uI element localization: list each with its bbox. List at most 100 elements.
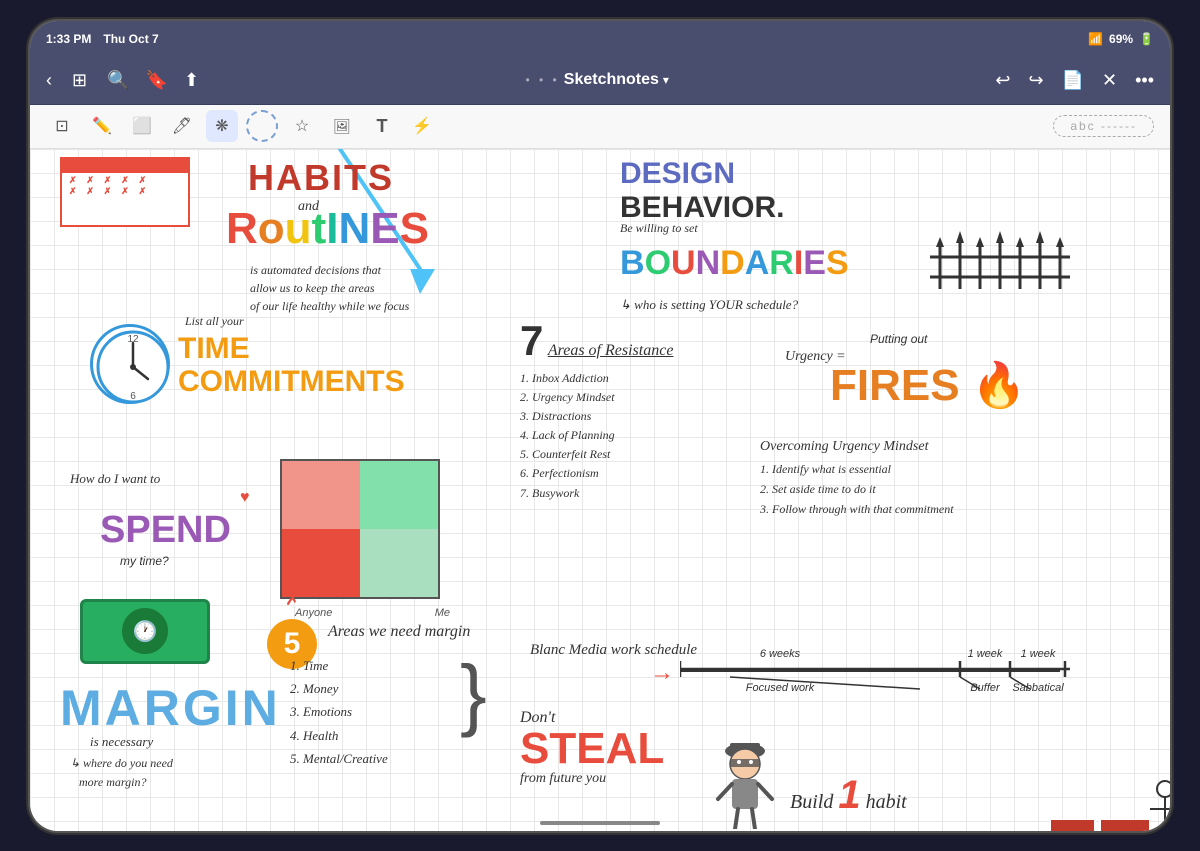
list-all-text: List all your (185, 314, 244, 329)
list-item: 3. Distractions (520, 407, 673, 426)
quadrant-4 (360, 529, 438, 597)
list-item: 6. Perfectionism (520, 464, 673, 483)
curly-brace-decoration: } (460, 654, 487, 734)
list-item: 3. Emotions (290, 700, 388, 723)
quadrant-3 (282, 529, 360, 597)
marker-tool[interactable]: 🖊 (166, 110, 198, 142)
build-habit-text: Build 1 habit at a time (790, 759, 907, 831)
build-text: Build (790, 791, 838, 813)
date-display: Thu Oct 7 (103, 32, 158, 46)
quadrant-1 (282, 461, 360, 529)
areas-margin-title: Areas we need margin (328, 623, 470, 641)
redo-button[interactable]: ↪ (1024, 66, 1047, 95)
canvas-area: ✗✗✗ ✗✗ ✗✗✗ ✗✗ HABITS and RoutINES is aut (30, 149, 1170, 831)
habits-title: HABITS (248, 157, 394, 199)
be-willing-text: Be willing to set (620, 221, 698, 236)
quadrant-2 (360, 461, 438, 529)
areas-resistance-label: Areas of Resistance (548, 342, 674, 359)
battery-display: 69% (1109, 32, 1133, 46)
grid-view-button[interactable]: ⊞ (68, 66, 91, 95)
list-item: 2. Money (290, 677, 388, 700)
svg-text:Buffer: Buffer (970, 682, 1001, 694)
brick-wall-illustration (1050, 819, 1150, 831)
list-item: 1. Time (290, 654, 388, 677)
title-dropdown-chevron[interactable]: ▾ (663, 73, 669, 87)
margin-sub: is necessary (90, 734, 153, 750)
putting-out-text: Putting out (870, 332, 927, 346)
behavior-title: BEHAVIOR. (620, 191, 784, 225)
seven-areas-section: 7 Areas of Resistance 1. Inbox Addiction… (520, 317, 673, 503)
bookmark-button[interactable]: 🔖 (146, 70, 168, 91)
clock-illustration: 12 6 (90, 324, 170, 404)
matrix-labels: Anyone Me (295, 607, 450, 619)
margin-areas-list: 1. Time 2. Money 3. Emotions 4. Health 5… (290, 654, 388, 771)
habit-text: habit (866, 791, 907, 813)
star-tool[interactable]: ☆ (286, 110, 318, 142)
eraser-tool[interactable]: ⬜ (126, 110, 158, 142)
matrix-quadrant (280, 459, 440, 599)
undo-button[interactable]: ↩ (991, 66, 1014, 95)
schedule-arrow: → (650, 659, 674, 687)
margin-title: MARGIN (60, 679, 281, 737)
boundaries-title: BOUNDARIES (620, 244, 849, 283)
overcome-title: Overcoming Urgency Mindset (760, 439, 928, 455)
calendar-widget: ✗✗✗ ✗✗ ✗✗✗ ✗✗ (60, 157, 190, 227)
back-button[interactable]: ‹ (42, 66, 56, 95)
time-display: 1:33 PM (46, 32, 91, 46)
fence-illustration (930, 229, 1070, 297)
timeline-illustration: 6 weeks 1 week 1 week Focused work Buffe… (680, 639, 1070, 719)
list-item: 1. Identify what is essential (760, 459, 954, 479)
clock-on-bill: 🕐 (120, 606, 170, 656)
ipad-device-frame: 1:33 PM Thu Oct 7 📶 69% 🔋 ‹ ⊞ 🔍 🔖 ⬆ • • … (30, 21, 1170, 831)
routines-title: RoutINES (226, 204, 429, 254)
image-tool[interactable]: 🖼 (326, 110, 358, 142)
matrix-label-anyone: Anyone (295, 607, 332, 619)
search-button[interactable]: 🔍 (103, 66, 133, 95)
add-document-button[interactable]: 📄 (1058, 66, 1088, 95)
steal-title: STEAL (520, 727, 720, 771)
list-item: 1. Inbox Addiction (520, 369, 673, 388)
list-item: 4. Lack of Planning (520, 426, 673, 445)
list-item: 2. Urgency Mindset (520, 388, 673, 407)
list-item: 5. Mental/Creative (290, 747, 388, 770)
list-item: 3. Follow through with that commitment (760, 499, 954, 519)
design-title: DESIGN (620, 157, 784, 191)
list-item: 5. Counterfeit Rest (520, 445, 673, 464)
share-button[interactable]: ⬆ (180, 66, 203, 95)
svg-text:1 week: 1 week (968, 648, 1003, 660)
resistance-list: 1. Inbox Addiction 2. Urgency Mindset 3.… (520, 369, 673, 503)
matrix-label-me: Me (435, 607, 450, 619)
crop-tool[interactable]: ⊡ (46, 110, 78, 142)
who-schedule-text: ↳ who is setting YOUR schedule? (620, 297, 798, 313)
my-time-text: my time? (120, 554, 169, 568)
margin-where-text: ↳ where do you need more margin? (70, 754, 173, 792)
text-tool[interactable]: T (366, 110, 398, 142)
svg-text:12: 12 (127, 334, 139, 345)
fires-title: FIRES 🔥 (830, 359, 1027, 411)
routines-description: is automated decisions that allow us to … (250, 261, 409, 315)
list-item: 7. Busywork (520, 484, 673, 503)
list-item: 2. Set aside time to do it (760, 479, 954, 499)
wifi-icon: 📶 (1088, 32, 1103, 46)
lasso-tool[interactable] (246, 110, 278, 142)
robber-figure (710, 729, 780, 829)
status-bar: 1:33 PM Thu Oct 7 📶 69% 🔋 (30, 21, 1170, 57)
design-behavior-section: DESIGN BEHAVIOR. (620, 157, 784, 225)
seven-number: 7 (520, 317, 543, 364)
shapes-tool[interactable]: ❋ (206, 110, 238, 142)
pen-tool[interactable]: ✏️ (86, 110, 118, 142)
close-button[interactable]: ✕ (1098, 66, 1121, 95)
time-commitments-title: TIMECOMMITMENTS (178, 332, 405, 398)
home-indicator[interactable] (540, 821, 660, 825)
dots-center: • • • (525, 73, 559, 87)
svg-text:6: 6 (130, 391, 136, 402)
more-options-button[interactable]: ••• (1131, 66, 1158, 95)
document-title: Sketchnotes (564, 71, 659, 89)
spend-title: SPEND (100, 509, 231, 552)
drawing-toolbar: ⊡ ✏️ ⬜ 🖊 ❋ ☆ 🖼 T ⚡ abc ------ (30, 105, 1170, 149)
how-spend-text: How do I want to (70, 469, 160, 489)
money-bill-illustration: 🕐 (80, 599, 210, 664)
zoom-tool[interactable]: ⚡ (406, 110, 438, 142)
text-input-field[interactable]: abc ------ (1053, 115, 1154, 137)
svg-text:1 week: 1 week (1021, 648, 1056, 660)
